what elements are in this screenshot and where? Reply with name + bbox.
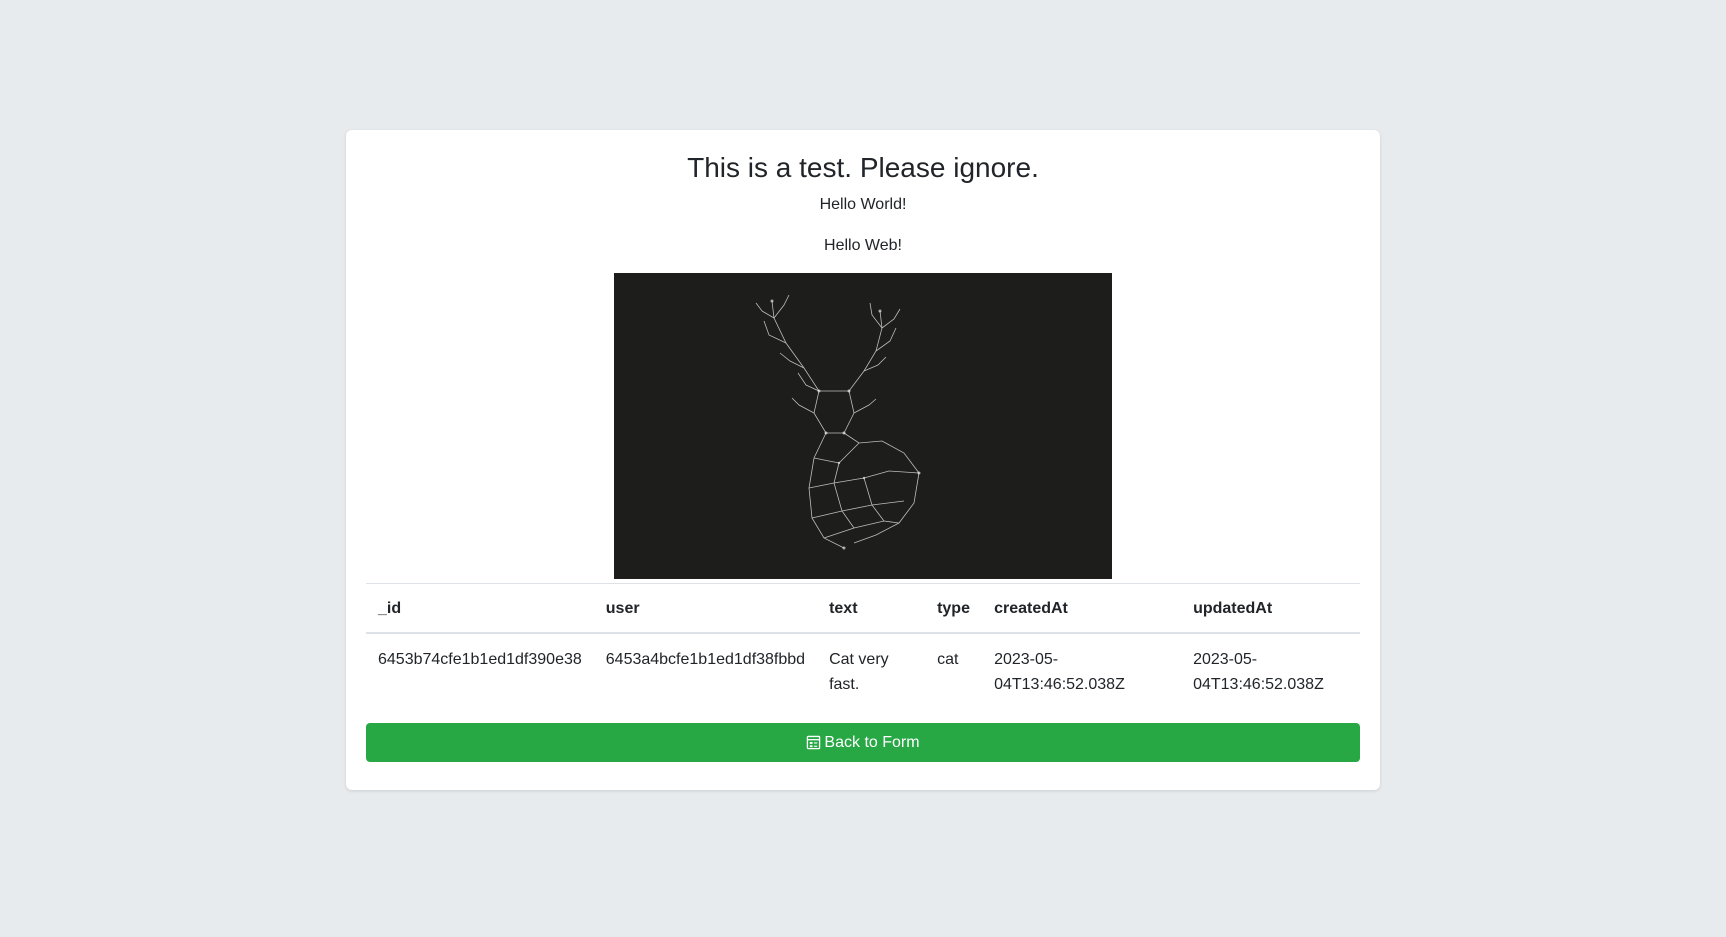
records-table: _id user text type createdAt updatedAt 6… — [366, 583, 1360, 709]
page-title: This is a test. Please ignore. — [687, 152, 1039, 183]
header-user: user — [593, 583, 818, 634]
table-row: 6453b74cfe1b1ed1df390e38 6453a4bcfe1b1ed… — [366, 633, 1360, 709]
header-type: type — [925, 583, 983, 634]
back-to-form-label: Back to Form — [824, 733, 920, 751]
form-icon — [806, 735, 821, 750]
hello-web-text: Hello Web! — [824, 237, 902, 254]
hello-world-text: Hello World! — [819, 196, 907, 213]
table-header-row: _id user text type createdAt updatedAt — [366, 583, 1360, 634]
cell-createdat: 2023-05-04T13:46:52.038Z — [994, 651, 1125, 693]
cell-id: 6453b74cfe1b1ed1df390e38 — [378, 651, 582, 668]
header-text: text — [817, 583, 926, 634]
header-id: _id — [366, 583, 594, 634]
cell-updatedat: 2023-05-04T13:46:52.038Z — [1193, 651, 1324, 693]
cell-type: cat — [937, 651, 959, 668]
cell-user: 6453a4bcfe1b1ed1df38fbbd — [605, 651, 806, 668]
header-updatedat: updatedAt — [1181, 583, 1360, 634]
cell-text: Cat very fast. — [829, 651, 889, 693]
header-createdat: createdAt — [982, 583, 1182, 634]
content-card: This is a test. Please ignore. Hello Wor… — [346, 130, 1380, 790]
deer-image — [614, 273, 1112, 579]
deer-head-icon — [614, 273, 1112, 579]
back-to-form-button[interactable]: Back to Form — [366, 723, 1360, 762]
